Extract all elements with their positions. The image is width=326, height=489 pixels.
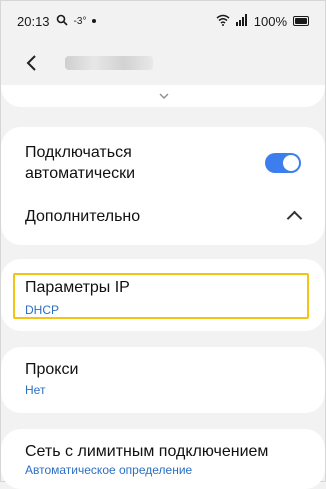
status-left: 20:13 -3° — [17, 13, 97, 29]
advanced-row[interactable]: Дополнительно — [25, 201, 301, 231]
ip-settings-title: Параметры IP — [25, 279, 130, 296]
advanced-label: Дополнительно — [25, 207, 141, 225]
auto-connect-toggle[interactable] — [265, 153, 301, 173]
metered-title: Сеть с лимитным подключением — [25, 443, 269, 460]
wifi-icon — [216, 14, 230, 29]
chevron-down-icon[interactable] — [159, 91, 169, 102]
status-temp: -3° — [73, 15, 87, 27]
battery-percent: 100% — [253, 13, 287, 29]
search-icon — [56, 14, 68, 29]
battery-icon — [293, 16, 309, 26]
ip-settings-value: DHCP — [25, 303, 60, 317]
notification-dot-icon — [92, 19, 97, 23]
chevron-up-icon[interactable] — [287, 209, 301, 223]
auto-connect-label: Подключаться автоматически — [25, 144, 136, 182]
settings-card: Подключаться автоматически Дополнительно — [1, 127, 325, 245]
network-name-blurred — [65, 56, 153, 70]
proxy-value: Нет — [25, 383, 46, 397]
status-right: 100% — [216, 13, 309, 29]
proxy-card[interactable]: Прокси Нет — [1, 347, 325, 413]
back-button[interactable] — [19, 54, 43, 72]
signal-icon — [235, 13, 248, 29]
metered-value: Автоматическое определение — [25, 463, 193, 477]
status-bar: 20:13 -3° 100% — [1, 1, 325, 41]
metered-card[interactable]: Сеть с лимитным подключением Автоматичес… — [1, 429, 325, 489]
status-time: 20:13 — [17, 13, 50, 29]
toggle-knob — [283, 155, 299, 171]
auto-connect-row[interactable]: Подключаться автоматически — [25, 141, 301, 185]
ip-settings-card[interactable]: Параметры IP DHCP — [1, 259, 325, 331]
header — [1, 45, 325, 81]
proxy-title: Прокси — [25, 361, 79, 378]
